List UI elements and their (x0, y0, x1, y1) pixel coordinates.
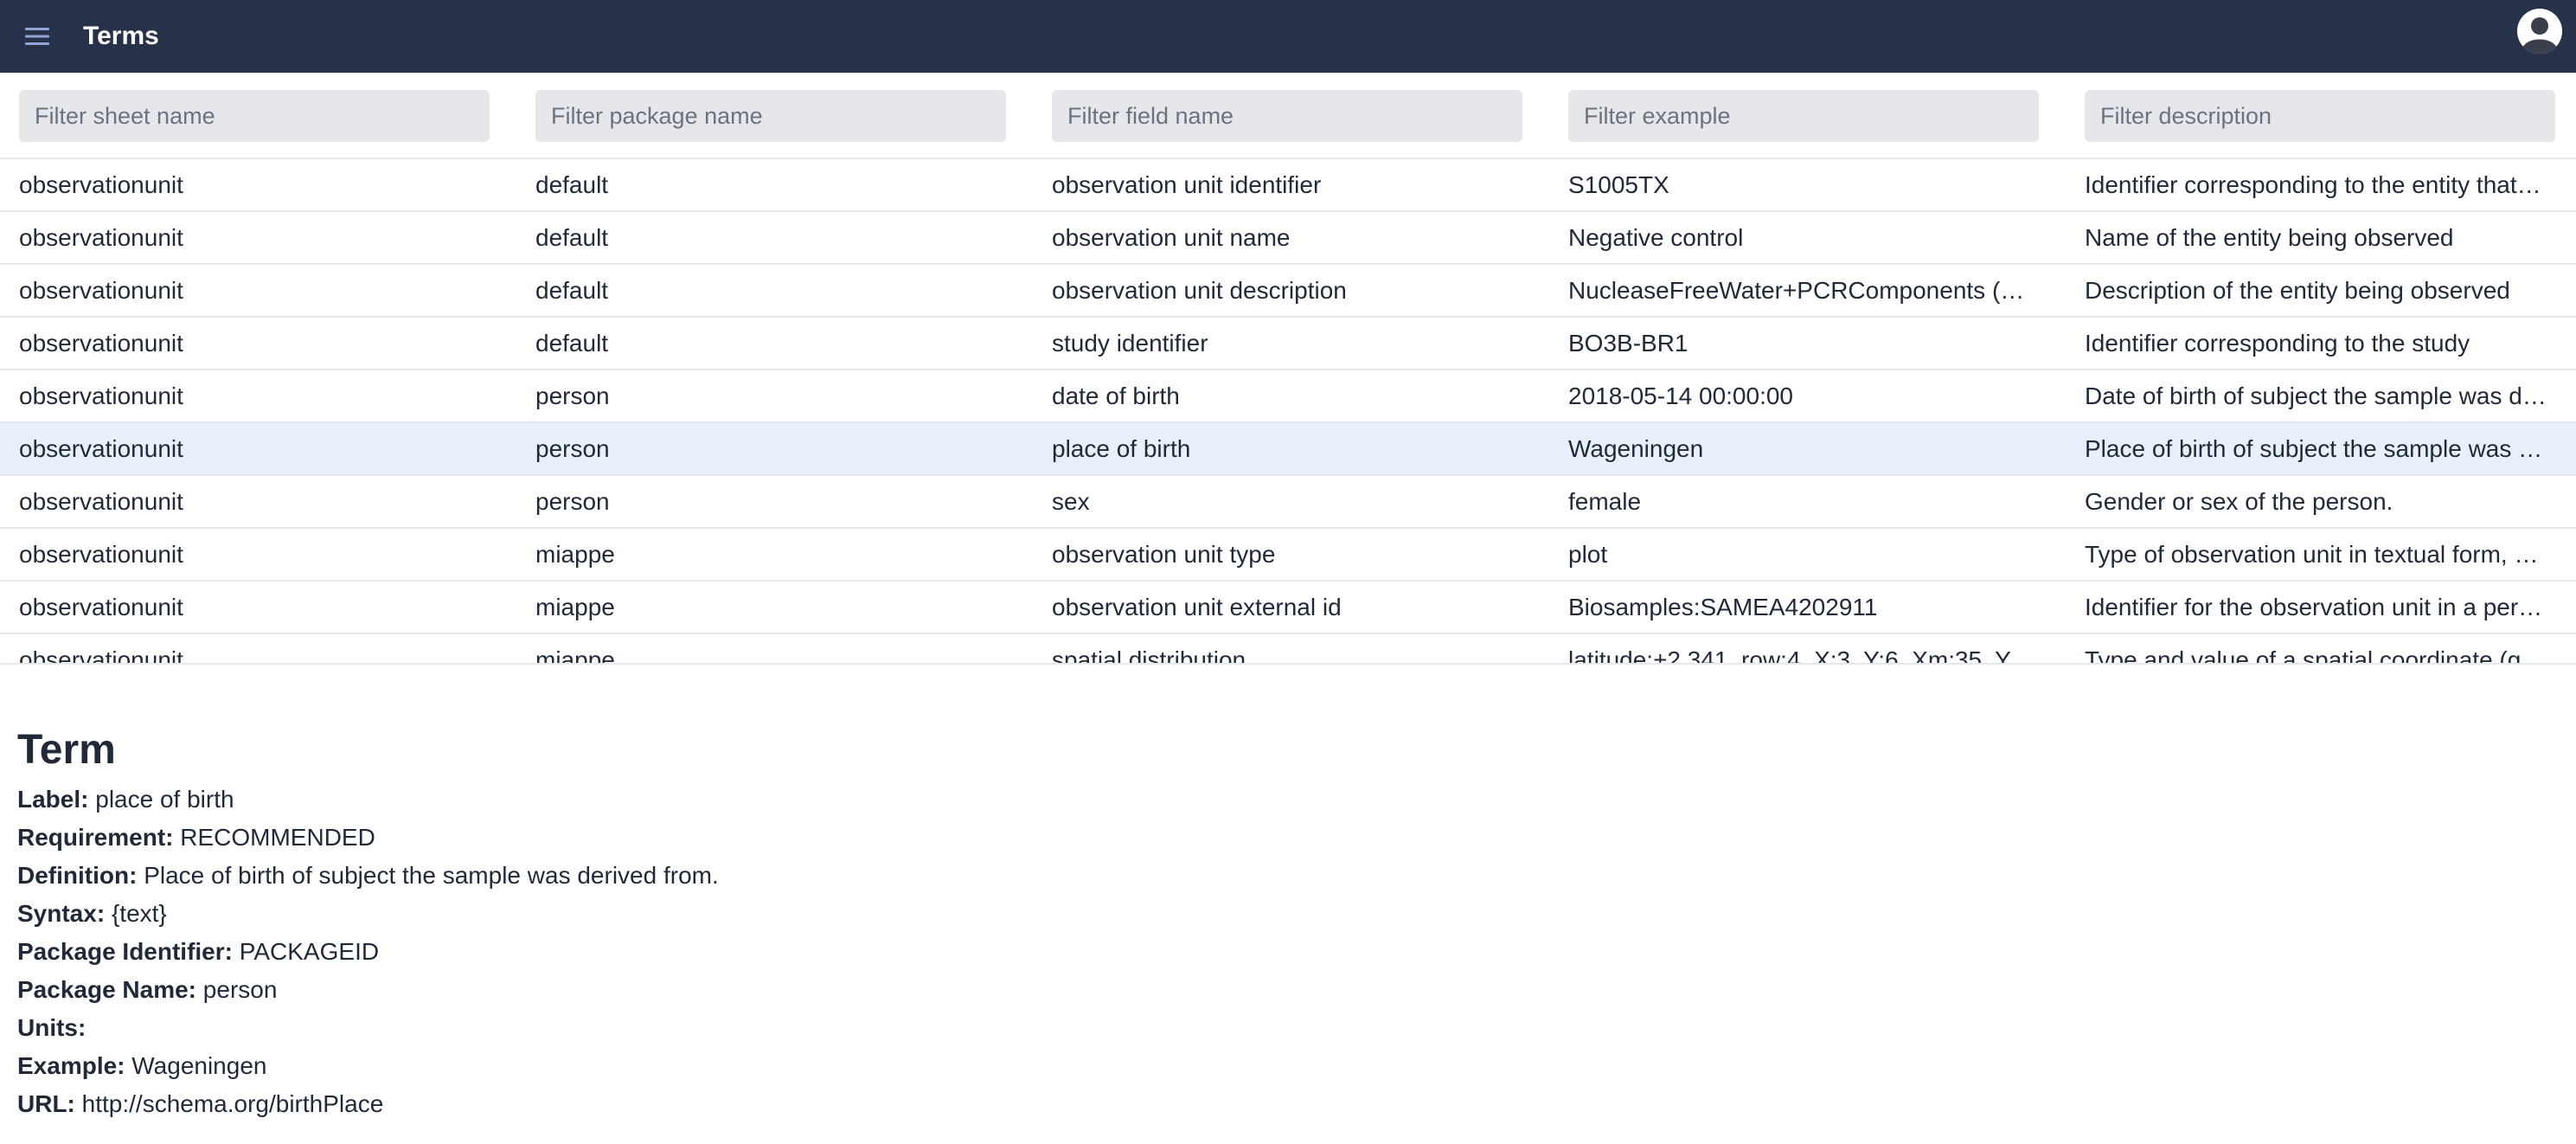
table-row-selected[interactable]: observationunit person place of birth Wa… (0, 423, 2576, 476)
cell-package: miappe (535, 541, 615, 568)
cell-description: Place of birth of subject the sample was… (2085, 435, 2543, 462)
filter-field-name-input[interactable] (1052, 90, 1522, 142)
term-requirement-value: RECOMMENDED (180, 824, 375, 851)
cell-package: person (535, 435, 610, 462)
cell-sheet: observationunit (19, 382, 183, 409)
cell-package: miappe (535, 594, 615, 620)
term-url-key: URL: (17, 1090, 75, 1117)
cell-field: sex (1052, 488, 1090, 515)
cell-package: default (535, 330, 609, 357)
table-row[interactable]: observationunit person sex female Gender… (0, 476, 2576, 529)
cell-example: Wageningen (1568, 435, 1704, 462)
cell-field: study identifier (1052, 330, 1208, 357)
cell-example: Negative control (1568, 224, 1744, 251)
term-detail-panel: Term Label: place of birth Requirement: … (17, 720, 1401, 1123)
table-row[interactable]: observationunit person date of birth 201… (0, 370, 2576, 423)
term-example-field: Example: Wageningen (17, 1047, 1401, 1085)
cell-description: Identifier corresponding to the study (2085, 330, 2470, 357)
cell-package: default (535, 277, 609, 304)
cell-package: person (535, 488, 610, 515)
term-units-key: Units: (17, 1014, 87, 1041)
cell-sheet: observationunit (19, 541, 183, 568)
term-package-name-field: Package Name: person (17, 971, 1401, 1009)
cell-field: observation unit type (1052, 541, 1276, 568)
filter-example-input[interactable] (1568, 90, 2039, 142)
cell-field: observation unit identifier (1052, 171, 1322, 198)
cell-description: Name of the entity being observed (2085, 224, 2454, 251)
table-row[interactable]: observationunit default observation unit… (0, 265, 2576, 318)
table-row[interactable]: observationunit miappe observation unit … (0, 529, 2576, 582)
filter-package-name-input[interactable] (535, 90, 1006, 142)
cell-sheet: observationunit (19, 330, 183, 357)
filter-row (0, 73, 2576, 159)
filter-description-input[interactable] (2085, 90, 2555, 142)
cell-package: default (535, 224, 609, 251)
cell-sheet: observationunit (19, 488, 183, 515)
cell-sheet: observationunit (19, 646, 183, 665)
term-label-field: Label: place of birth (17, 781, 1401, 819)
term-package-id-value: PACKAGEID (239, 938, 380, 965)
table-row[interactable]: observationunit default observation unit… (0, 159, 2576, 212)
cell-description: Identifier for the observation unit in a… (2085, 594, 2543, 620)
table-row[interactable]: observationunit miappe spatial distribut… (0, 634, 2576, 665)
cell-sheet: observationunit (19, 594, 183, 620)
cell-sheet: observationunit (19, 277, 183, 304)
user-avatar-icon[interactable] (2517, 9, 2562, 54)
term-package-id-field: Package Identifier: PACKAGEID (17, 933, 1401, 971)
cell-field: observation unit external id (1052, 594, 1342, 620)
term-url-field: URL: http://schema.org/birthPlace (17, 1085, 1401, 1123)
term-package-name-key: Package Name: (17, 976, 197, 1003)
cell-example: S1005TX (1568, 171, 1669, 198)
cell-field: observation unit name (1052, 224, 1291, 251)
term-syntax-field: Syntax: {text} (17, 895, 1401, 933)
term-label-key: Label: (17, 786, 89, 813)
cell-field: observation unit description (1052, 277, 1347, 304)
table-row[interactable]: observationunit default study identifier… (0, 318, 2576, 370)
term-definition-field: Definition: Place of birth of subject th… (17, 857, 1401, 895)
top-app-bar: Terms (0, 0, 2576, 73)
page-title: Terms (83, 22, 159, 50)
cell-description: Description of the entity being observed (2085, 277, 2510, 304)
terms-table: observationunit default observation unit… (0, 73, 2576, 665)
term-label-value: place of birth (95, 786, 234, 813)
term-units-field: Units: (17, 1009, 1401, 1047)
filter-sheet-name-input[interactable] (19, 90, 490, 142)
cell-description: Gender or sex of the person. (2085, 488, 2393, 515)
term-syntax-value: {text} (111, 900, 167, 927)
cell-description: Identifier corresponding to the entity t… (2085, 171, 2541, 198)
table-row[interactable]: observationunit default observation unit… (0, 212, 2576, 265)
term-example-key: Example: (17, 1052, 125, 1079)
term-package-name-value: person (202, 976, 278, 1003)
hamburger-menu-icon[interactable] (12, 0, 62, 73)
term-url-link[interactable]: http://schema.org/birthPlace (82, 1090, 384, 1117)
term-requirement-field: Requirement: RECOMMENDED (17, 819, 1401, 857)
cell-sheet: observationunit (19, 224, 183, 251)
term-package-id-key: Package Identifier: (17, 938, 233, 965)
cell-example: Biosamples:SAMEA4202911 (1568, 594, 1878, 620)
table-row[interactable]: observationunit miappe observation unit … (0, 582, 2576, 634)
term-definition-key: Definition: (17, 862, 138, 889)
cell-field: place of birth (1052, 435, 1191, 462)
term-definition-value: Place of birth of subject the sample was… (144, 862, 719, 889)
cell-example: 2018-05-14 00:00:00 (1568, 382, 1793, 409)
cell-field: spatial distribution (1052, 646, 1246, 665)
term-syntax-key: Syntax: (17, 900, 106, 927)
cell-description: Type of observation unit in textual form… (2085, 541, 2539, 568)
cell-package: person (535, 382, 610, 409)
cell-package: miappe (535, 646, 615, 665)
cell-sheet: observationunit (19, 171, 183, 198)
cell-field: date of birth (1052, 382, 1180, 409)
cell-example: latitude:+2.341, row:4, X:3, Y:6, Xm:35,… (1568, 646, 2035, 665)
cell-sheet: observationunit (19, 435, 183, 462)
cell-example: plot (1568, 541, 1608, 568)
term-example-value: Wageningen (131, 1052, 267, 1079)
cell-example: BO3B-BR1 (1568, 330, 1688, 357)
cell-package: default (535, 171, 609, 198)
cell-example: female (1568, 488, 1642, 515)
term-heading: Term (17, 727, 116, 773)
cell-example: NucleaseFreeWater+PCRComponents (P… (1568, 277, 2040, 304)
term-requirement-key: Requirement: (17, 824, 174, 851)
cell-description: Date of birth of subject the sample was … (2085, 382, 2547, 409)
cell-description: Type and value of a spatial coordinate (… (2085, 646, 2546, 665)
